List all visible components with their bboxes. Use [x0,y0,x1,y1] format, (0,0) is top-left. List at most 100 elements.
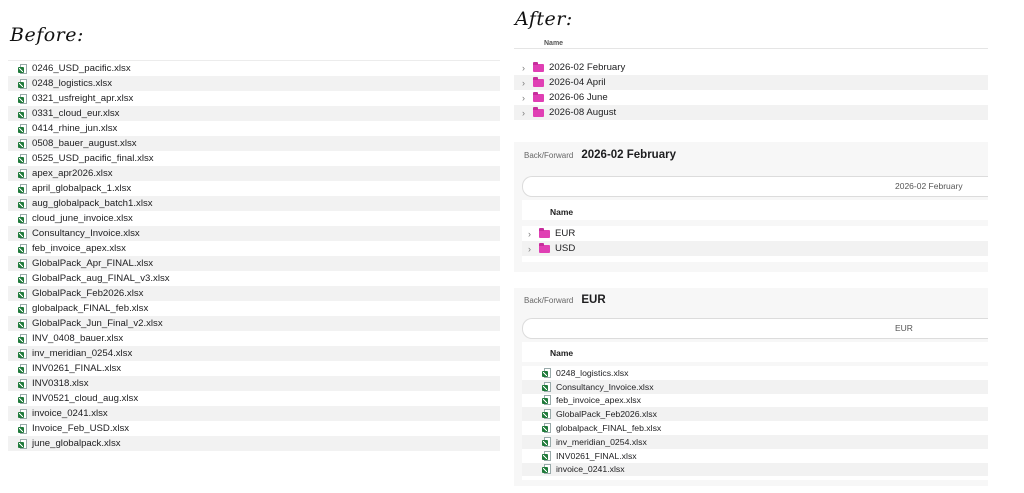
file-name: GlobalPack_aug_FINAL_v3.xlsx [32,273,170,284]
file-row[interactable]: apex_apr2026.xlsx [8,166,500,181]
excel-file-icon [18,408,27,419]
file-row[interactable]: GlobalPack_aug_FINAL_v3.xlsx [8,271,500,286]
folder-row[interactable]: › USD [522,241,988,256]
file-name: inv_meridian_0254.xlsx [32,348,133,359]
path-bar[interactable]: 2026-02 February [522,176,988,197]
folder-row[interactable]: › 2026-08 August [514,105,988,120]
file-row[interactable]: 0321_usfreight_apr.xlsx [8,91,500,106]
file-row[interactable]: inv_meridian_0254.xlsx [522,434,988,449]
path-bar-label: 2026-02 February [895,181,963,191]
file-name: april_globalpack_1.xlsx [32,183,132,194]
file-row[interactable]: GlobalPack_Feb2026.xlsx [8,286,500,301]
excel-file-icon [18,438,27,449]
excel-file-icon [18,123,27,134]
excel-file-icon [542,464,551,475]
chevron-right-icon[interactable]: › [522,108,530,118]
excel-file-icon [18,288,27,299]
excel-file-icon [18,333,27,344]
file-row[interactable]: 0414_rhine_jun.xlsx [8,121,500,136]
file-row[interactable]: Consultancy_Invoice.xlsx [522,379,988,394]
file-name: GlobalPack_Feb2026.xlsx [32,288,144,299]
chevron-right-icon[interactable]: › [528,229,536,239]
path-bar[interactable]: EUR [522,318,988,339]
path-bar-label: EUR [895,323,913,333]
file-row[interactable]: INV_0408_bauer.xlsx [8,331,500,346]
file-row[interactable]: Consultancy_Invoice.xlsx [8,226,500,241]
file-row[interactable]: feb_invoice_apex.xlsx [8,241,500,256]
chevron-right-icon[interactable]: › [522,63,530,73]
folder-name: USD [555,243,576,254]
file-name: invoice_0241.xlsx [32,408,108,419]
file-name: feb_invoice_apex.xlsx [556,395,641,406]
file-row[interactable]: 0246_USD_pacific.xlsx [8,61,500,76]
excel-file-icon [18,318,27,329]
file-row[interactable]: 0248_logistics.xlsx [8,76,500,91]
file-row[interactable]: INV0261_FINAL.xlsx [522,449,988,463]
chevron-right-icon[interactable]: › [522,78,530,88]
file-row[interactable]: GlobalPack_Apr_FINAL.xlsx [8,256,500,271]
folder-icon [539,242,550,253]
list-header: Name [522,200,988,220]
file-row[interactable]: INV0318.xlsx [8,376,500,391]
folder-name: 2026-06 June [549,92,608,103]
header-divider [514,48,988,49]
after-label: After: [515,8,573,30]
file-row[interactable]: inv_meridian_0254.xlsx [8,346,500,361]
folder-icon [533,106,544,117]
excel-file-icon [18,393,27,404]
file-name: Consultancy_Invoice.xlsx [32,228,140,239]
file-name: inv_meridian_0254.xlsx [556,436,647,447]
folder-row[interactable]: › 2026-06 June [514,90,988,105]
file-row[interactable]: 0248_logistics.xlsx [522,366,988,380]
excel-file-icon [18,93,27,104]
folder-name: EUR [555,228,576,239]
name-column-header[interactable]: Name [550,348,573,358]
file-row[interactable]: aug_globalpack_batch1.xlsx [8,196,500,211]
file-row[interactable]: INV0261_FINAL.xlsx [8,361,500,376]
excel-file-icon [18,363,27,374]
file-row[interactable]: cloud_june_invoice.xlsx [8,211,500,226]
file-name: INV0261_FINAL.xlsx [32,363,122,374]
chevron-right-icon[interactable]: › [528,244,536,254]
excel-file-icon [542,395,551,406]
file-row[interactable]: april_globalpack_1.xlsx [8,181,500,196]
file-row[interactable]: invoice_0241.xlsx [8,406,500,421]
file-row[interactable]: Invoice_Feb_USD.xlsx [8,421,500,436]
file-row[interactable]: 0331_cloud_eur.xlsx [8,106,500,121]
after-february-window: Back/Forward 2026-02 February 2026-02 Fe… [514,142,988,272]
file-row[interactable]: INV0521_cloud_aug.xlsx [8,391,500,406]
folder-name: 2026-04 April [549,77,606,88]
back-forward-button[interactable]: Back/Forward [524,296,573,305]
file-row[interactable]: june_globalpack.xlsx [8,436,500,451]
excel-file-icon [542,367,551,378]
file-name: 0246_USD_pacific.xlsx [32,63,131,74]
file-row[interactable]: 0508_bauer_august.xlsx [8,136,500,151]
excel-file-icon [18,378,27,389]
before-file-list: 0246_USD_pacific.xlsx 0248_logistics.xlsx… [8,60,500,451]
back-forward-button[interactable]: Back/Forward [524,151,573,160]
list-header: Name [522,342,988,362]
folder-icon [533,91,544,102]
excel-file-icon [18,273,27,284]
folder-row[interactable]: › EUR [522,226,988,241]
name-column-header[interactable]: Name [550,207,573,217]
file-row[interactable]: invoice_0241.xlsx [522,462,988,477]
file-row[interactable]: feb_invoice_apex.xlsx [522,394,988,408]
name-column-header[interactable]: Name [544,40,563,47]
file-name: 0414_rhine_jun.xlsx [32,123,118,134]
folder-icon [539,227,550,238]
file-row[interactable]: globalpack_FINAL_feb.xlsx [8,301,500,316]
file-row[interactable]: GlobalPack_Jun_Final_v2.xlsx [8,316,500,331]
file-row[interactable]: globalpack_FINAL_feb.xlsx [522,421,988,435]
folder-row[interactable]: › 2026-04 April [514,75,988,90]
excel-file-icon [18,153,27,164]
file-name: 0248_logistics.xlsx [556,367,629,378]
file-row[interactable]: 0525_USD_pacific_final.xlsx [8,151,500,166]
file-name: GlobalPack_Feb2026.xlsx [556,409,657,420]
file-name: cloud_june_invoice.xlsx [32,213,133,224]
folder-row[interactable]: › 2026-02 February [514,60,988,75]
chevron-right-icon[interactable]: › [522,93,530,103]
file-row[interactable]: GlobalPack_Feb2026.xlsx [522,407,988,422]
folder-name: 2026-02 February [549,62,626,73]
excel-file-icon [18,183,27,194]
